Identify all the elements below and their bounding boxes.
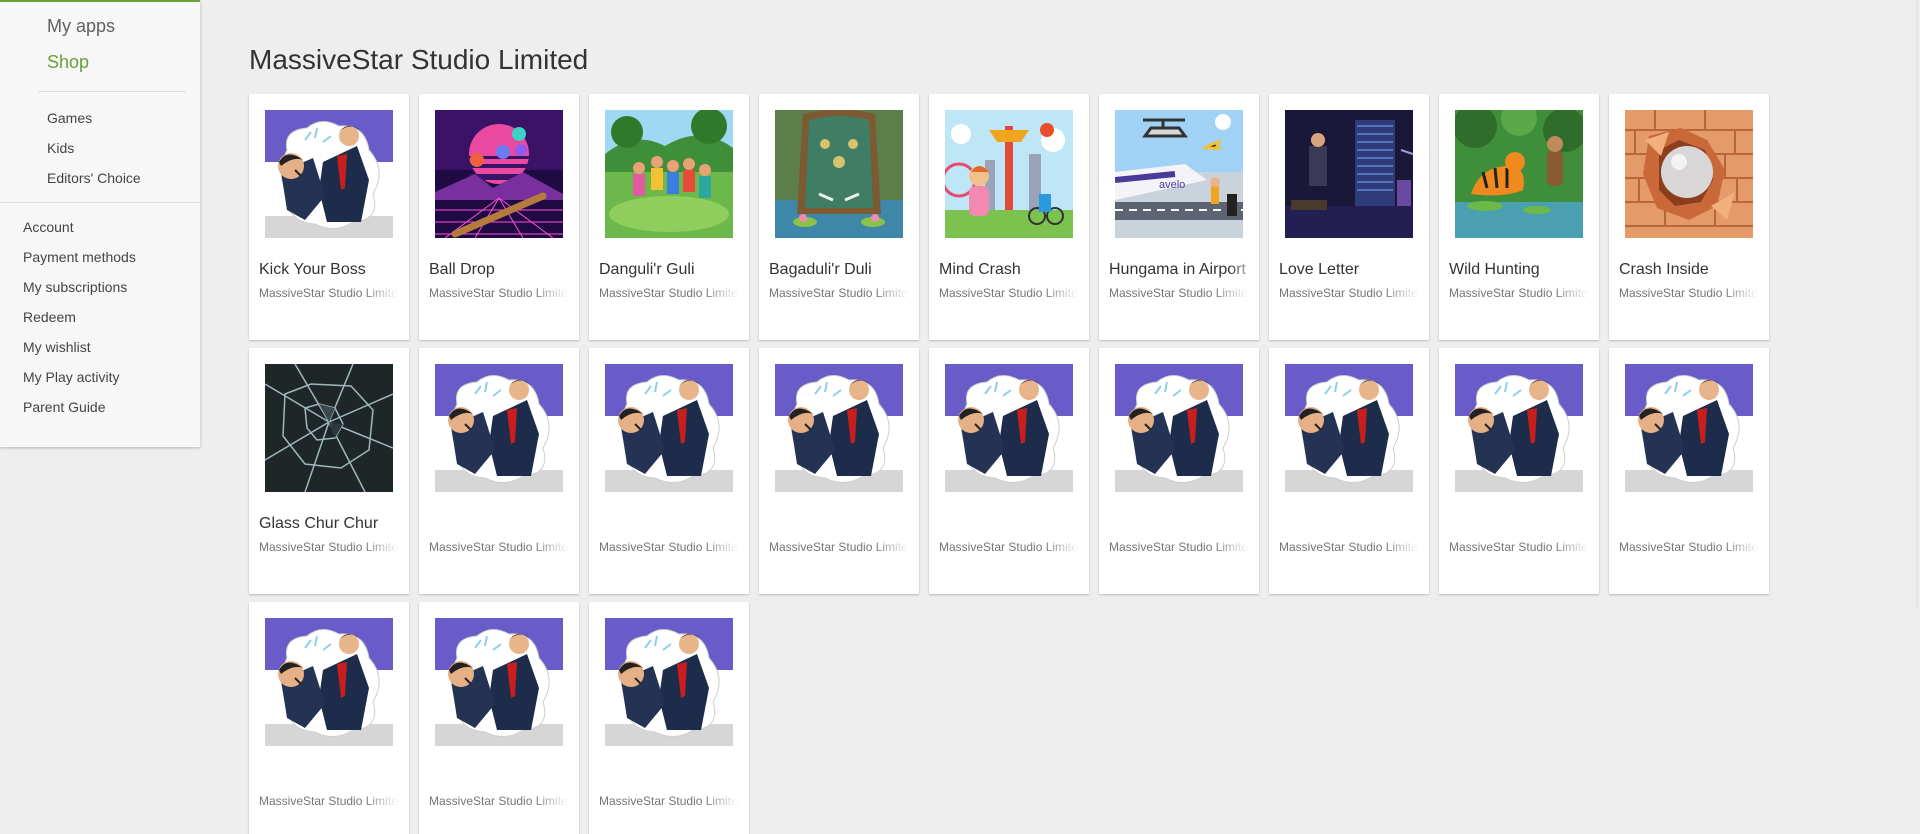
- app-card[interactable]: MassiveStar Studio Limited: [589, 602, 749, 834]
- app-title[interactable]: Glass Chur Chur: [259, 515, 409, 533]
- app-developer[interactable]: MassiveStar Studio Limited: [259, 540, 399, 554]
- app-developer[interactable]: MassiveStar Studio Limited: [429, 286, 569, 300]
- airport-icon[interactable]: avelo: [1115, 110, 1243, 238]
- sidebar: My apps Shop Games Kids Editors' Choice …: [0, 0, 200, 447]
- app-developer[interactable]: MassiveStar Studio Limited: [259, 794, 399, 808]
- app-card[interactable]: Crash Inside MassiveStar Studio Limited: [1609, 94, 1769, 340]
- app-developer[interactable]: MassiveStar Studio Limited: [939, 286, 1079, 300]
- app-title[interactable]: Hungama in Airport: [1109, 261, 1259, 279]
- app-card[interactable]: Wild Hunting MassiveStar Studio Limited: [1439, 94, 1599, 340]
- app-developer[interactable]: MassiveStar Studio Limited: [1619, 286, 1759, 300]
- app-card[interactable]: Danguli'r Guli MassiveStar Studio Limited: [589, 94, 749, 340]
- app-card[interactable]: MassiveStar Studio Limited: [1609, 348, 1769, 594]
- app-developer[interactable]: MassiveStar Studio Limited: [939, 540, 1079, 554]
- sidebar-item-editors-choice[interactable]: Editors' Choice: [0, 169, 200, 199]
- brick-wall-ball-icon[interactable]: [1625, 110, 1753, 238]
- app-title[interactable]: Wild Hunting: [1449, 261, 1599, 279]
- svg-text:avelo: avelo: [1159, 179, 1185, 191]
- jungle-tiger-icon[interactable]: [1455, 110, 1583, 238]
- app-card[interactable]: MassiveStar Studio Limited: [1439, 348, 1599, 594]
- sidebar-item-payment-methods[interactable]: Payment methods: [0, 248, 200, 278]
- app-developer[interactable]: MassiveStar Studio Limited: [599, 540, 739, 554]
- app-card[interactable]: MassiveStar Studio Limited: [419, 602, 579, 834]
- app-title[interactable]: Mind Crash: [939, 261, 1089, 279]
- boss-cartoon-icon[interactable]: [265, 618, 393, 746]
- dark-room-icon[interactable]: [1285, 110, 1413, 238]
- app-developer[interactable]: MassiveStar Studio Limited: [1279, 286, 1419, 300]
- kids-playing-icon[interactable]: [605, 110, 733, 238]
- app-title[interactable]: Crash Inside: [1619, 261, 1769, 279]
- boss-cartoon-icon[interactable]: [1625, 364, 1753, 492]
- app-card[interactable]: MassiveStar Studio Limited: [1269, 348, 1429, 594]
- app-developer[interactable]: MassiveStar Studio Limited: [769, 540, 909, 554]
- app-title[interactable]: Kick Your Boss: [259, 261, 409, 279]
- app-developer[interactable]: MassiveStar Studio Limited: [1449, 286, 1589, 300]
- app-title[interactable]: Danguli'r Guli: [599, 261, 749, 279]
- app-developer[interactable]: MassiveStar Studio Limited: [1619, 540, 1759, 554]
- sidebar-item-my-apps[interactable]: My apps: [0, 13, 200, 49]
- app-developer[interactable]: MassiveStar Studio Limited: [1109, 540, 1249, 554]
- app-developer[interactable]: MassiveStar Studio Limited: [429, 540, 569, 554]
- boss-cartoon-icon[interactable]: [435, 364, 563, 492]
- sidebar-account-links: Account Payment methods My subscriptions…: [0, 203, 200, 428]
- pinball-board-icon[interactable]: [775, 110, 903, 238]
- page-title: MassiveStar Studio Limited: [249, 44, 589, 75]
- app-developer[interactable]: MassiveStar Studio Limited: [599, 286, 739, 300]
- app-card[interactable]: MassiveStar Studio Limited: [1099, 348, 1259, 594]
- app-card[interactable]: Glass Chur Chur MassiveStar Studio Limite…: [249, 348, 409, 594]
- boss-cartoon-icon[interactable]: [265, 110, 393, 238]
- app-developer[interactable]: MassiveStar Studio Limited: [259, 286, 399, 300]
- app-title[interactable]: Ball Drop: [429, 261, 579, 279]
- scrollbar[interactable]: [1916, 0, 1918, 608]
- app-card[interactable]: Bagaduli'r Duli MassiveStar Studio Limite…: [759, 94, 919, 340]
- sidebar-item-account[interactable]: Account: [0, 218, 200, 248]
- broken-glass-icon[interactable]: [265, 364, 393, 492]
- app-grid: Kick Your Boss MassiveStar Studio Limited…: [249, 94, 1769, 834]
- app-title[interactable]: Bagaduli'r Duli: [769, 261, 919, 279]
- boss-cartoon-icon[interactable]: [1115, 364, 1243, 492]
- boss-cartoon-icon[interactable]: [945, 364, 1073, 492]
- amusement-park-icon[interactable]: [945, 110, 1073, 238]
- sidebar-item-kids[interactable]: Kids: [0, 139, 200, 169]
- app-card[interactable]: MassiveStar Studio Limited: [929, 348, 1089, 594]
- sidebar-item-shop[interactable]: Shop: [0, 49, 200, 85]
- boss-cartoon-icon[interactable]: [435, 618, 563, 746]
- sidebar-item-my-wishlist[interactable]: My wishlist: [0, 338, 200, 368]
- app-card[interactable]: Mind Crash MassiveStar Studio Limited: [929, 94, 1089, 340]
- sidebar-item-redeem[interactable]: Redeem: [0, 308, 200, 338]
- sidebar-item-my-subscriptions[interactable]: My subscriptions: [0, 278, 200, 308]
- app-developer[interactable]: MassiveStar Studio Limited: [1279, 540, 1419, 554]
- sidebar-categories: Games Kids Editors' Choice: [0, 92, 200, 199]
- app-card[interactable]: Ball Drop MassiveStar Studio Limited: [419, 94, 579, 340]
- app-card[interactable]: Kick Your Boss MassiveStar Studio Limited: [249, 94, 409, 340]
- app-card[interactable]: MassiveStar Studio Limited: [419, 348, 579, 594]
- boss-cartoon-icon[interactable]: [605, 364, 733, 492]
- sidebar-item-parent-guide[interactable]: Parent Guide: [0, 398, 200, 428]
- app-developer[interactable]: MassiveStar Studio Limited: [429, 794, 569, 808]
- boss-cartoon-icon[interactable]: [775, 364, 903, 492]
- sidebar-item-my-play-activity[interactable]: My Play activity: [0, 368, 200, 398]
- app-card[interactable]: MassiveStar Studio Limited: [759, 348, 919, 594]
- retrowave-balls-icon[interactable]: [435, 110, 563, 238]
- app-developer[interactable]: MassiveStar Studio Limited: [769, 286, 909, 300]
- play-store-page: My apps Shop Games Kids Editors' Choice …: [0, 0, 1920, 834]
- app-developer[interactable]: MassiveStar Studio Limited: [1449, 540, 1589, 554]
- app-developer[interactable]: MassiveStar Studio Limited: [1109, 286, 1249, 300]
- app-title[interactable]: Love Letter: [1279, 261, 1429, 279]
- sidebar-top-nav: My apps Shop: [0, 2, 200, 85]
- app-card[interactable]: MassiveStar Studio Limited: [589, 348, 749, 594]
- app-card[interactable]: Love Letter MassiveStar Studio Limited: [1269, 94, 1429, 340]
- app-card[interactable]: MassiveStar Studio Limited: [249, 602, 409, 834]
- app-card[interactable]: avelo Hungama in Airport MassiveStar Stud…: [1099, 94, 1259, 340]
- boss-cartoon-icon[interactable]: [1285, 364, 1413, 492]
- boss-cartoon-icon[interactable]: [1455, 364, 1583, 492]
- boss-cartoon-icon[interactable]: [605, 618, 733, 746]
- sidebar-item-games[interactable]: Games: [0, 109, 200, 139]
- app-developer[interactable]: MassiveStar Studio Limited: [599, 794, 739, 808]
